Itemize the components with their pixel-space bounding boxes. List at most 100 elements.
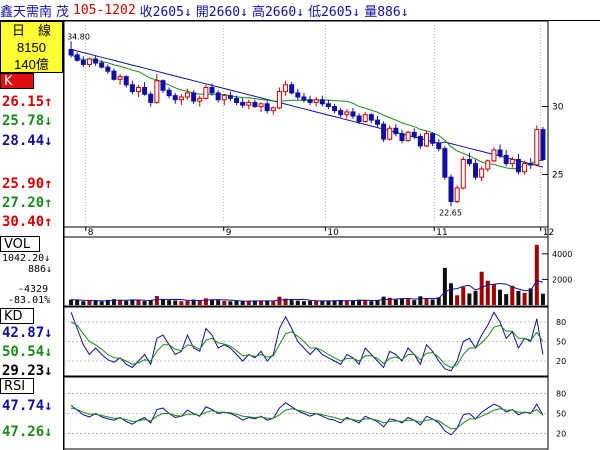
rsi-y-tick-label: 20 bbox=[556, 430, 566, 439]
candle-body bbox=[362, 114, 368, 122]
candle-body bbox=[301, 96, 307, 101]
volume-bar bbox=[301, 301, 306, 305]
candle-body bbox=[503, 154, 509, 165]
volume-bar bbox=[540, 293, 545, 305]
volume-bar bbox=[93, 301, 98, 305]
volume-bar bbox=[289, 300, 294, 305]
candle-body bbox=[509, 159, 515, 165]
volume-bar bbox=[216, 300, 221, 305]
candle-body bbox=[393, 127, 399, 135]
candle-body bbox=[454, 187, 460, 203]
candle-body bbox=[283, 84, 289, 93]
candle-body bbox=[325, 103, 331, 108]
candle-body bbox=[172, 95, 178, 101]
candle-body bbox=[123, 76, 129, 86]
candle-body bbox=[491, 149, 497, 162]
volume-bar bbox=[277, 296, 282, 305]
candle-body bbox=[313, 99, 319, 103]
volume-bar bbox=[473, 290, 478, 305]
volume-bar bbox=[124, 300, 129, 305]
volume-bar bbox=[295, 300, 300, 305]
kd-y-tick-label: 80 bbox=[556, 318, 566, 327]
candle-body bbox=[515, 159, 521, 173]
volume-bar bbox=[375, 300, 380, 305]
candle-body bbox=[209, 86, 215, 94]
volume-bar bbox=[449, 283, 454, 305]
volume-bar bbox=[75, 300, 80, 305]
candle-body bbox=[197, 97, 203, 102]
candle-body bbox=[129, 84, 135, 93]
chart-canvas: 30 25 8 9 10 11 12 34.80 22.65 4000 2000 80 50 20 80 50… bbox=[63, 20, 572, 450]
date-tick-label: 11 bbox=[436, 228, 447, 238]
volume-bar bbox=[99, 301, 104, 305]
volume-bar bbox=[142, 301, 147, 305]
volume-bar bbox=[418, 296, 423, 305]
volume-bar bbox=[81, 301, 86, 305]
candle-body bbox=[86, 58, 92, 65]
candle-body bbox=[424, 133, 429, 147]
volume-bar bbox=[498, 289, 503, 305]
volume-bar bbox=[185, 300, 190, 305]
volume-bar bbox=[203, 298, 208, 305]
candle-body bbox=[417, 135, 423, 147]
kd-y-tick-label: 20 bbox=[556, 357, 566, 366]
volume-bar bbox=[381, 296, 386, 305]
candle-body bbox=[473, 163, 479, 178]
volume-bar bbox=[467, 293, 472, 305]
candle-body bbox=[252, 101, 258, 108]
candle-body bbox=[319, 99, 325, 105]
candle-body bbox=[381, 123, 387, 140]
candle-body bbox=[68, 48, 74, 56]
candle-body bbox=[80, 59, 86, 65]
candle-body bbox=[350, 111, 356, 117]
candle-body bbox=[111, 70, 117, 80]
volume-bar bbox=[510, 285, 515, 305]
candle-body bbox=[338, 110, 344, 116]
candle-body bbox=[289, 84, 295, 94]
candle-body bbox=[99, 62, 105, 68]
volume-bar bbox=[491, 284, 496, 305]
candle-body bbox=[344, 111, 350, 116]
volume-bar bbox=[534, 244, 539, 305]
candle-body bbox=[497, 149, 503, 156]
volume-bar bbox=[167, 300, 172, 305]
rsi-y-tick-label: 80 bbox=[556, 389, 566, 398]
volume-y-tick-label: 2000 bbox=[552, 275, 572, 284]
date-tick-label: 12 bbox=[543, 228, 554, 238]
candle-body bbox=[185, 92, 190, 98]
volume-bar bbox=[197, 300, 202, 305]
candle-body bbox=[142, 86, 148, 95]
candle-body bbox=[191, 92, 197, 102]
candle-body bbox=[534, 129, 540, 166]
candle-body bbox=[356, 115, 362, 122]
volume-bar bbox=[504, 294, 509, 305]
candle-body bbox=[374, 119, 380, 125]
candle-body bbox=[154, 80, 160, 103]
price-panel-frame bbox=[63, 20, 549, 228]
volume-bar bbox=[326, 300, 331, 305]
volume-bar bbox=[424, 298, 429, 305]
candle-body bbox=[160, 80, 166, 91]
volume-bar bbox=[173, 300, 178, 305]
candle-body bbox=[411, 131, 417, 137]
volume-bar bbox=[399, 298, 404, 305]
candle-body bbox=[466, 159, 472, 165]
volume-bar bbox=[148, 300, 153, 305]
volume-bar bbox=[369, 301, 374, 305]
date-axis-strip bbox=[63, 226, 549, 238]
volume-bar bbox=[320, 301, 325, 305]
candle-body bbox=[295, 92, 301, 98]
candle-body bbox=[166, 89, 172, 97]
volume-bar bbox=[179, 301, 184, 305]
volume-bar bbox=[210, 299, 215, 305]
volume-bar bbox=[412, 300, 417, 305]
candle-body bbox=[479, 168, 485, 178]
candle-body bbox=[460, 159, 466, 189]
rsi-panel-frame bbox=[63, 376, 549, 450]
candle-body bbox=[399, 133, 405, 141]
volume-bar bbox=[234, 301, 239, 305]
candle-body bbox=[276, 91, 282, 109]
candle-body bbox=[264, 103, 270, 112]
candle-body bbox=[93, 58, 99, 64]
volume-bar bbox=[363, 300, 368, 305]
